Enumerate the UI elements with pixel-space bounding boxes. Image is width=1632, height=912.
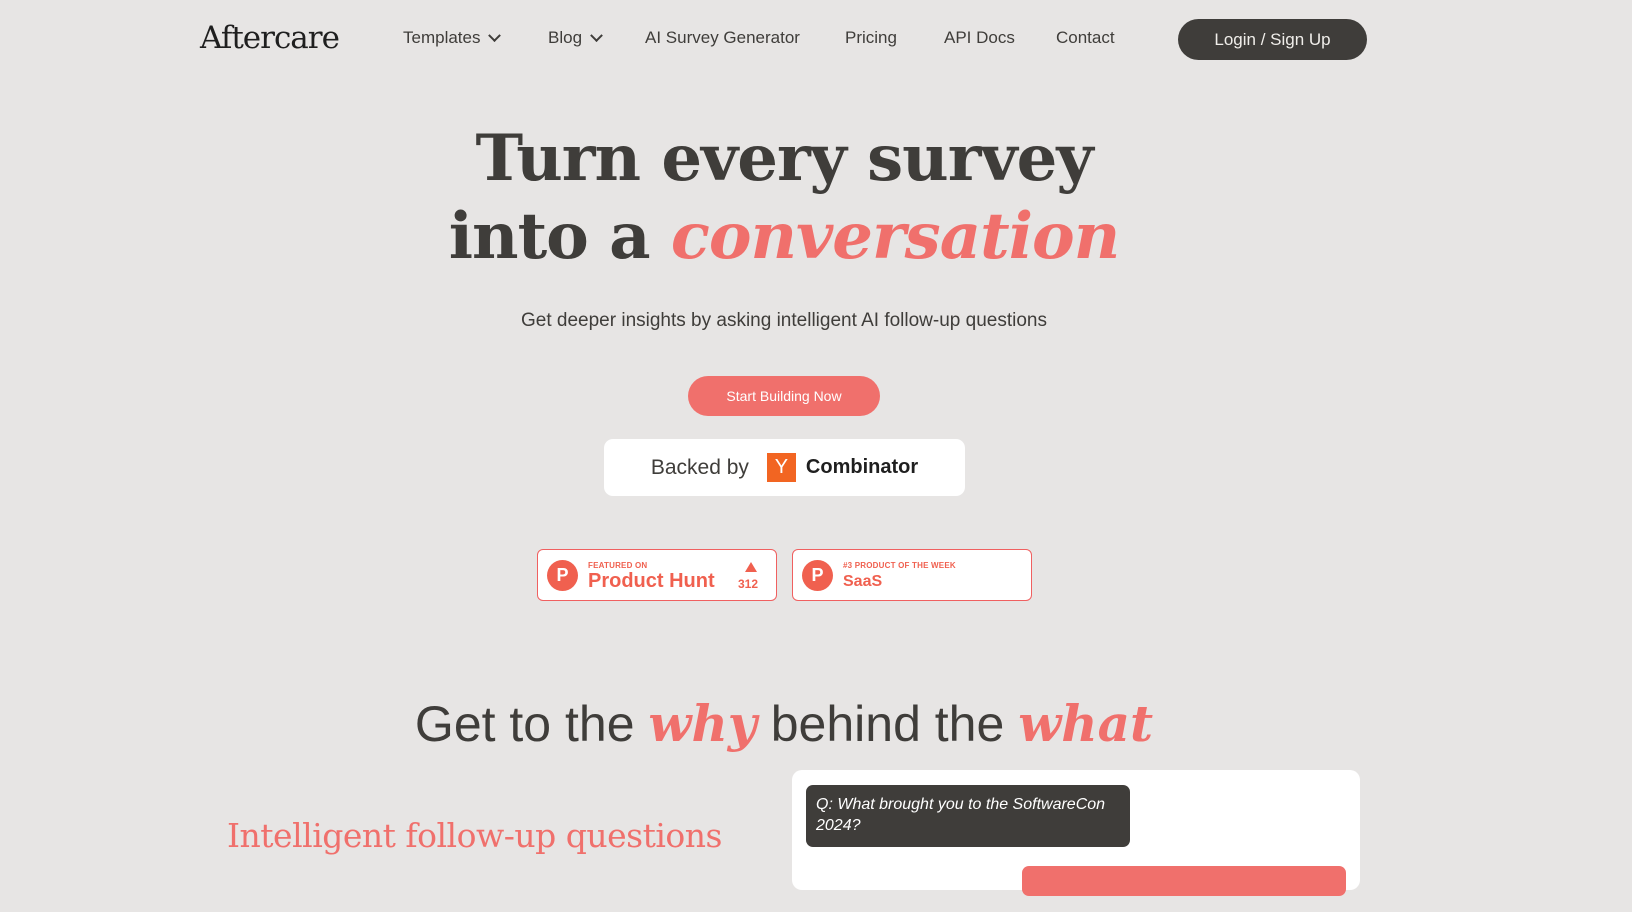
section-title-accent: why	[648, 694, 757, 753]
badge-title: Product Hunt	[588, 570, 715, 592]
product-hunt-featured-badge[interactable]: P FEATURED ON Product Hunt 312	[537, 549, 777, 601]
section-title-part: behind the	[756, 696, 1019, 752]
upvote-icon	[745, 562, 757, 572]
login-signup-button[interactable]: Login / Sign Up	[1178, 19, 1367, 60]
chat-preview: Q: What brought you to the SoftwareCon 2…	[792, 770, 1360, 896]
hero-subtitle: Get deeper insights by asking intelligen…	[521, 310, 1047, 331]
product-hunt-icon: P	[802, 560, 833, 591]
nav-item-label: Templates	[403, 28, 481, 47]
hero-title-accent: conversation	[670, 199, 1120, 274]
hero-title-line2: into a conversation	[0, 198, 1568, 276]
badge-caption: FEATURED ON	[588, 561, 648, 570]
hero-title: Turn every survey into a conversation	[0, 120, 1568, 276]
yc-name: Combinator	[805, 456, 919, 478]
backed-by-label: Backed by	[650, 455, 749, 479]
section-title-part: Get to the	[414, 696, 649, 752]
section-title-accent: what	[1018, 694, 1154, 753]
chevron-down-icon	[488, 28, 502, 42]
section-title: Get to the why behind the what	[0, 694, 1568, 753]
start-building-button[interactable]: Start Building Now	[688, 376, 880, 416]
chat-answer-bubble	[1022, 866, 1346, 896]
aftercare-logo[interactable]: Aftercare	[200, 20, 340, 56]
chevron-down-icon	[590, 28, 603, 42]
badge-caption: #3 PRODUCT OF THE WEEK	[843, 561, 956, 570]
nav-item-ai-survey-generator[interactable]: AI Survey Generator	[645, 28, 800, 48]
product-hunt-icon: P	[547, 560, 578, 591]
chat-question-bubble: Q: What brought you to the SoftwareCon 2…	[806, 785, 1130, 847]
hero-title-line1: Turn every survey	[475, 121, 1094, 196]
yc-icon: Y	[766, 453, 796, 482]
badge-title: SaaS	[843, 573, 883, 590]
backed-by-card[interactable]: Backed by Y Combinator	[604, 439, 965, 496]
hero-title-prefix: into a	[448, 199, 671, 274]
product-hunt-week-badge[interactable]: P #3 PRODUCT OF THE WEEK SaaS	[792, 549, 1032, 601]
nav-item-blog[interactable]: Blog	[548, 28, 603, 48]
nav-item-pricing[interactable]: Pricing	[845, 28, 897, 48]
nav-item-contact[interactable]: Contact	[1056, 28, 1115, 48]
nav-item-api-docs[interactable]: API Docs	[944, 28, 1015, 48]
upvote-count: 312	[738, 577, 759, 591]
feature-title: Intelligent follow-up questions	[227, 816, 722, 855]
nav-item-label: Blog	[548, 28, 583, 47]
nav-item-templates[interactable]: Templates	[403, 28, 502, 48]
yc-logo: Y Combinator	[766, 453, 919, 482]
top-nav: Aftercare Templates Blog AI Survey Gener…	[0, 0, 1568, 78]
